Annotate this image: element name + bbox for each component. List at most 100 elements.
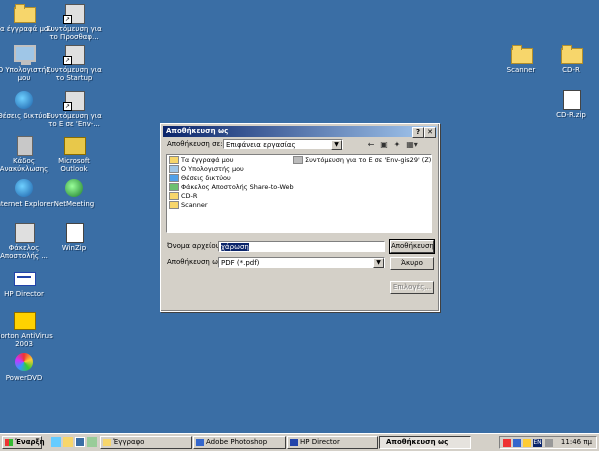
send-folder-icon (15, 223, 35, 243)
filename-label: Όνομα αρχείου: (167, 242, 223, 250)
quicklaunch-icon[interactable] (87, 437, 97, 447)
desktop-icon-label: CD-R (562, 66, 580, 74)
desktop-icon-shortcut-network-drive[interactable]: ↗ Συντόμευση για το Ε σε 'Env-... (44, 90, 104, 128)
dialog-titlebar[interactable]: Αποθήκευση ως ? ✕ (163, 126, 437, 138)
close-button[interactable]: ✕ (424, 127, 436, 138)
scanner-folder-icon (511, 45, 533, 64)
desktop-icon-label: CD-R.zip (556, 111, 586, 119)
save-in-dropdown[interactable]: Επιφάνεια εργασίας ▼ (223, 139, 343, 150)
new-folder-icon[interactable]: ✦ (392, 140, 402, 150)
file-name: Θέσεις δικτύου (181, 174, 231, 182)
cdr-folder-icon (561, 45, 583, 64)
tray-norton-icon[interactable] (523, 439, 531, 447)
task-label: Έγγραφο (113, 438, 145, 446)
my-documents-folder-icon (14, 4, 36, 23)
task-label: Adobe Photoshop (206, 438, 268, 446)
desktop-icon-powerdvd[interactable]: PowerDVD (0, 352, 54, 382)
desktop-icon-netmeeting[interactable]: NetMeeting (44, 178, 104, 208)
desktop-icon-hp-director[interactable]: HP Director (0, 268, 54, 298)
options-button[interactable]: Επιλογές... (390, 281, 434, 294)
task-photoshop[interactable]: Adobe Photoshop (193, 436, 286, 449)
outlook-quicklaunch-icon[interactable] (63, 437, 73, 447)
file-name: Φάκελος Αποστολής Share-to-Web (181, 183, 294, 191)
file-name: CD-R (181, 192, 198, 200)
filetype-label: Αποθήκευση ως: (167, 258, 225, 266)
help-button[interactable]: ? (412, 127, 424, 138)
list-item[interactable]: Scanner (169, 201, 208, 210)
tray-app-icon[interactable] (503, 439, 511, 447)
desktop-icon-label: Συντόμευση για το Ε σε 'Env-... (46, 112, 102, 128)
desktop-icon-label: Συντόμευση για το Προσθαφ... (46, 25, 102, 41)
recycle-bin-icon (17, 136, 33, 156)
desktop-icon-label: Συντόμευση για το Startup (46, 66, 102, 82)
filename-value: χάρωση (221, 243, 249, 251)
list-item[interactable]: CD-R (169, 192, 197, 201)
chevron-down-icon: ▼ (331, 140, 342, 150)
desktop-icon-label: WinZip (61, 244, 87, 252)
folder-icon (103, 439, 111, 446)
start-button[interactable]: Έναρξη (2, 436, 45, 449)
ie-quicklaunch-icon[interactable] (51, 437, 61, 447)
task-document[interactable]: Έγγραφο (100, 436, 192, 449)
start-label: Έναρξη (15, 438, 45, 446)
zip-file-icon (563, 90, 581, 110)
filetype-dropdown[interactable]: PDF (*.pdf) ▼ (218, 257, 385, 268)
desktop-icon-winzip[interactable]: WinZip (44, 222, 104, 252)
hp-director-icon (14, 272, 36, 286)
windows-logo-icon (5, 439, 13, 446)
list-item[interactable]: Φάκελος Αποστολής Share-to-Web (169, 183, 294, 192)
desktop-icon-label: PowerDVD (5, 374, 43, 382)
web-folder-icon (169, 183, 179, 191)
taskbar: Έναρξη Έγγραφο Adobe Photoshop HP Direct… (0, 433, 599, 451)
list-item[interactable]: Θέσεις δικτύου (169, 174, 231, 183)
file-name: Τα έγγραφά μου (181, 156, 234, 164)
save-in-label: Αποθήκευση σε: (167, 140, 223, 148)
show-desktop-icon[interactable] (75, 437, 85, 447)
powerdvd-icon (15, 353, 33, 371)
file-list[interactable]: Τα έγγραφά μου Ο Υπολογιστής μου Θέσεις … (166, 154, 432, 233)
shortcut-icon (293, 156, 303, 164)
task-label: HP Director (300, 438, 340, 446)
list-item[interactable]: Ο Υπολογιστής μου (169, 165, 244, 174)
task-label: Αποθήκευση ως (386, 438, 449, 446)
save-in-value: Επιφάνεια εργασίας (226, 141, 296, 149)
desktop-icon-norton-antivirus[interactable]: Norton AntiVirus 2003 (0, 310, 54, 348)
filetype-value: PDF (*.pdf) (221, 259, 260, 267)
clock[interactable]: 11:46 πμ (561, 437, 592, 448)
desktop-icon-label: HP Director (4, 290, 44, 298)
desktop-icon-outlook[interactable]: Microsoft Outlook (44, 135, 104, 173)
file-name: Scanner (181, 201, 208, 209)
folder-icon (169, 201, 179, 209)
folder-icon (169, 156, 179, 164)
netmeeting-icon (65, 179, 83, 197)
filename-input[interactable]: χάρωση (218, 241, 385, 252)
tray-volume-icon[interactable] (545, 439, 553, 447)
cancel-button[interactable]: Άκυρο (390, 257, 434, 270)
internet-explorer-icon (15, 179, 33, 197)
tray-network-icon[interactable] (513, 439, 521, 447)
desktop-icon-shortcut-add-remove[interactable]: ↗ Συντόμευση για το Προσθαφ... (44, 3, 104, 41)
save-as-dialog: Αποθήκευση ως ? ✕ Αποθήκευση σε: Επιφάνε… (160, 123, 440, 312)
computer-icon (169, 165, 179, 173)
back-icon[interactable]: ← (366, 140, 376, 150)
desktop-icon-shortcut-startup[interactable]: ↗ Συντόμευση για το Startup (44, 44, 104, 82)
winzip-icon (66, 223, 84, 243)
view-menu-icon[interactable]: ▦▾ (405, 140, 419, 150)
desktop-icon-cdr[interactable]: CD-R (541, 44, 599, 74)
tray-language-icon[interactable]: EN (533, 439, 542, 447)
list-item[interactable]: Συντόμευση για το Ε σε 'Env-gis29' (Z) (293, 156, 431, 165)
save-button[interactable]: Αποθήκευση (389, 239, 435, 254)
file-name: Συντόμευση για το Ε σε 'Env-gis29' (Z) (305, 156, 432, 164)
task-save-as[interactable]: Αποθήκευση ως (379, 436, 471, 449)
desktop-icon-label: NetMeeting (53, 200, 95, 208)
list-item[interactable]: Τα έγγραφά μου (169, 156, 233, 165)
up-folder-icon[interactable]: ▣ (379, 140, 389, 150)
dialog-title: Αποθήκευση ως (166, 127, 229, 135)
desktop-icon-label: Norton AntiVirus 2003 (0, 332, 53, 348)
desktop-icon-cdr-zip[interactable]: CD-R.zip (541, 89, 599, 119)
photoshop-icon (196, 439, 204, 446)
network-places-icon (15, 91, 33, 109)
folder-icon (169, 192, 179, 200)
task-hp-director[interactable]: HP Director (287, 436, 378, 449)
file-name: Ο Υπολογιστής μου (181, 165, 244, 173)
